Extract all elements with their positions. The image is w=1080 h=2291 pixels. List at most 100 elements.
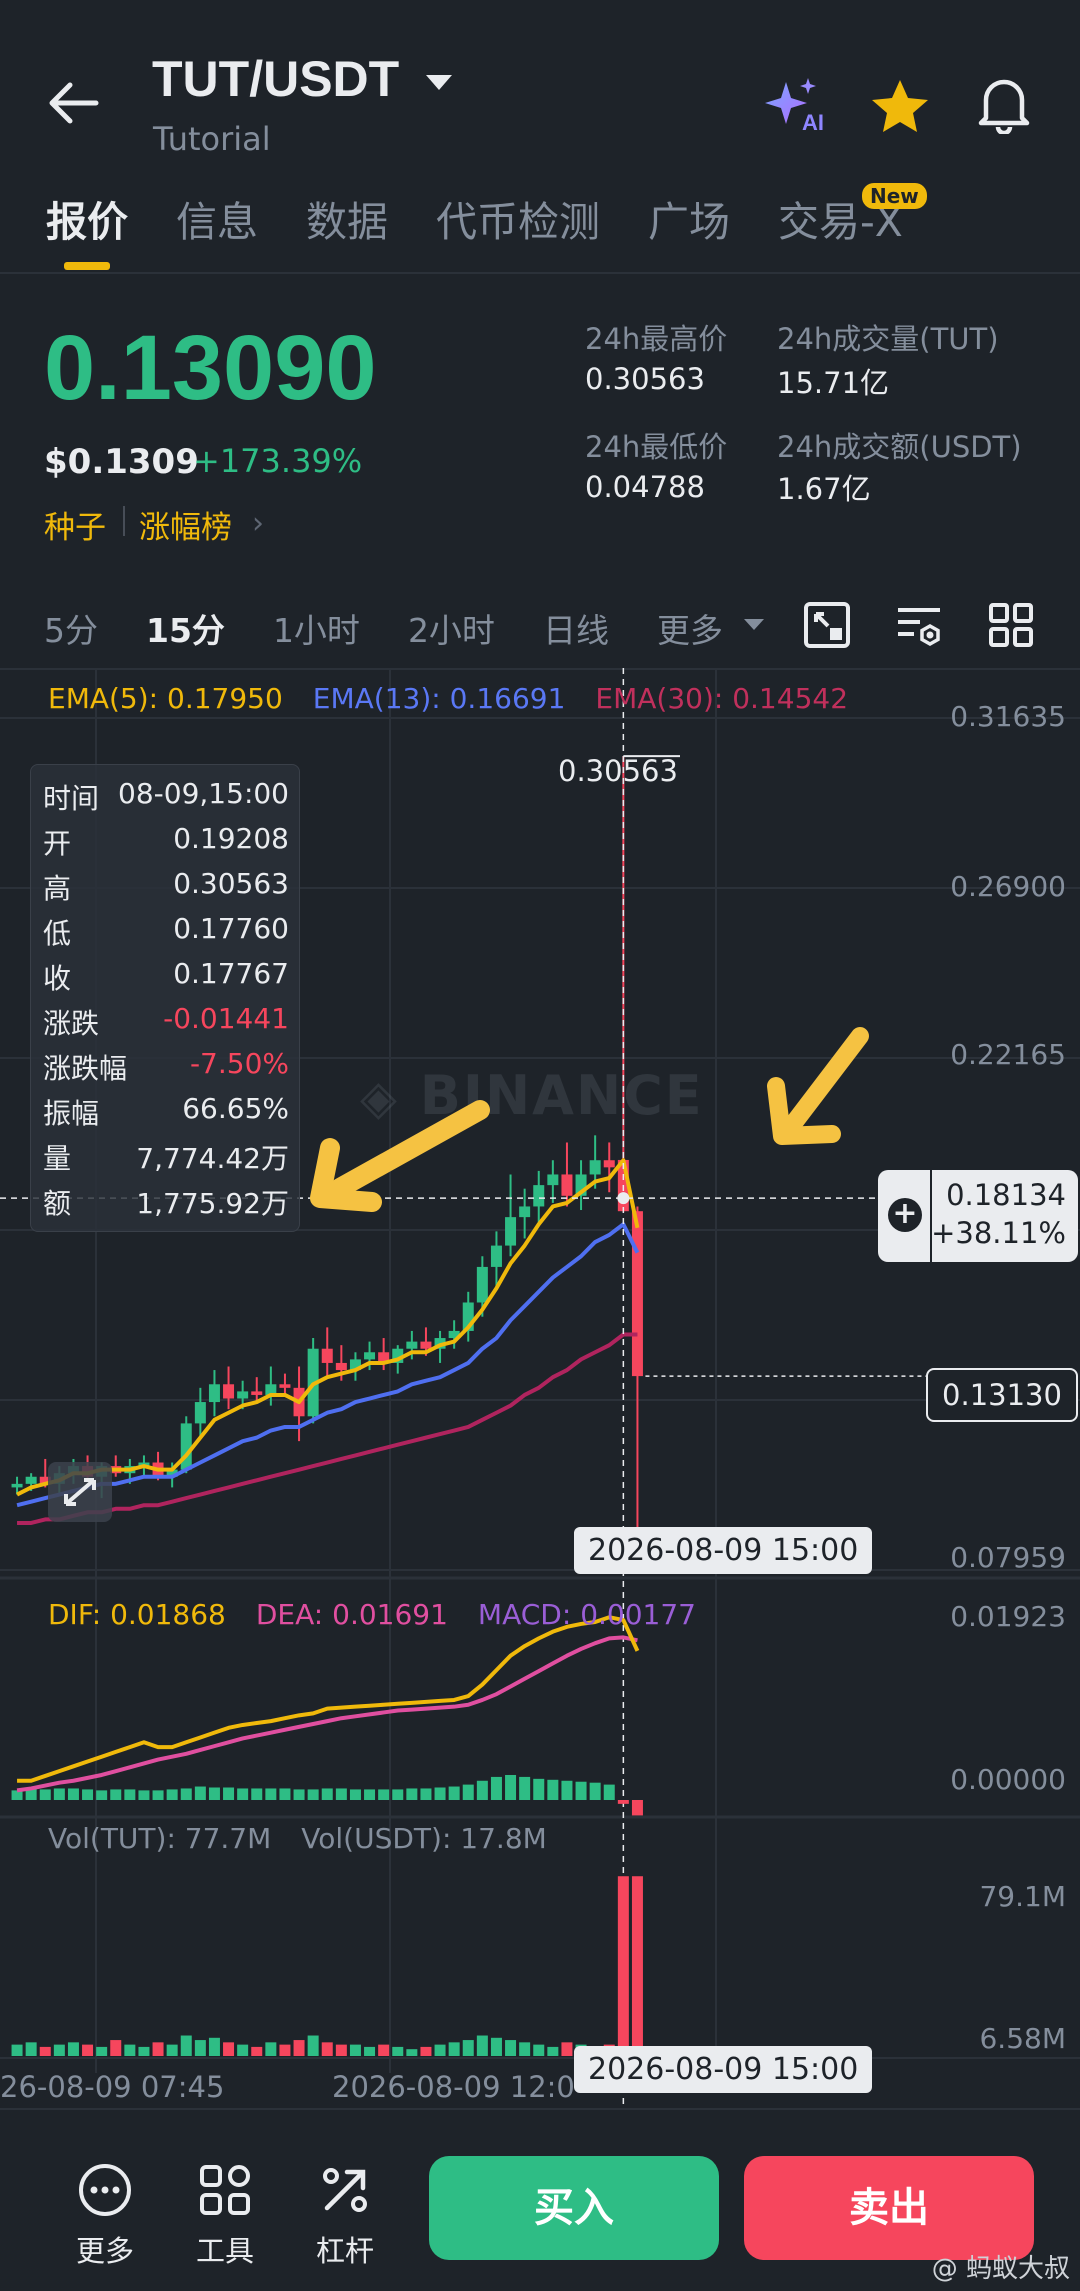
candle-body <box>547 1174 559 1186</box>
volume-bar <box>237 2044 249 2056</box>
caret-down-icon[interactable] <box>742 616 766 632</box>
bell-icon[interactable] <box>976 74 1032 134</box>
candle-body <box>279 1384 291 1388</box>
tab-data[interactable]: 数据 <box>306 188 388 248</box>
tt-key: 振幅 <box>43 1097 100 1130</box>
back-arrow-icon[interactable] <box>44 78 104 128</box>
tag-seed[interactable]: 种子 <box>44 502 106 547</box>
more-button[interactable]: 更多 <box>60 2162 150 2270</box>
macd-bar <box>631 1800 643 1816</box>
add-alert-icon[interactable]: + <box>888 1198 922 1232</box>
divider <box>0 272 1080 274</box>
tt-key: 涨跌 <box>43 1007 100 1040</box>
volume-bar <box>25 2042 37 2056</box>
volume-value: 15.71亿 <box>777 366 890 400</box>
layout-grid-icon[interactable] <box>986 600 1036 650</box>
chevron-right-icon[interactable]: › <box>252 506 264 541</box>
macd-bar <box>138 1790 150 1800</box>
macd-bar <box>293 1789 305 1800</box>
candle-body <box>505 1217 517 1246</box>
high-value: 0.30563 <box>585 362 705 396</box>
favorite-star-icon[interactable] <box>870 78 930 134</box>
candle-body <box>321 1348 333 1363</box>
volume-bar <box>166 2044 178 2056</box>
volume-bar <box>67 2042 79 2056</box>
macd-axis-label: 0.00000 <box>950 1763 1066 1796</box>
tools-label: 工具 <box>195 2234 254 2268</box>
chart-fullscreen-icon[interactable] <box>802 600 852 650</box>
last-price: 0.13090 <box>44 317 377 419</box>
ema-legend: EMA(5): 0.17950 EMA(13): 0.16691 EMA(30)… <box>48 682 848 715</box>
candle-body <box>533 1185 545 1207</box>
macd-bar <box>279 1788 291 1800</box>
macd-bar <box>53 1788 65 1800</box>
volume-bar <box>448 2042 460 2056</box>
candle-body <box>364 1352 376 1360</box>
pair-title[interactable]: TUT/USDT <box>152 50 399 108</box>
macd-bar <box>603 1784 615 1800</box>
time-axis-label: 26-08-09 07:45 <box>0 2070 225 2104</box>
tab-info[interactable]: 信息 <box>176 188 258 248</box>
volume-bar <box>152 2042 164 2056</box>
macd-bar <box>110 1789 122 1800</box>
tt-key: 时间 <box>43 782 100 815</box>
tools-button[interactable]: 工具 <box>180 2162 270 2270</box>
candle-tooltip: 时间 08-09,15:00 开 0.19208 高 0.30563 低 0.17760… <box>30 764 300 1232</box>
chevron-down-icon[interactable] <box>424 72 454 92</box>
volume-bar <box>392 2046 404 2056</box>
tt-value: 0.17767 <box>173 957 289 990</box>
volume-bar <box>82 2044 94 2056</box>
ai-sparkle-icon[interactable]: AI <box>764 76 828 134</box>
tt-value: -0.01441 <box>163 1002 289 1035</box>
macd-bar <box>533 1778 545 1800</box>
ema5-label: EMA(5): 0.17950 <box>48 682 283 715</box>
tf-daily[interactable]: 日线 <box>543 604 609 652</box>
indicator-settings-icon[interactable] <box>894 600 944 650</box>
tf-5m[interactable]: 5分 <box>44 604 98 652</box>
tf-15m[interactable]: 15分 <box>146 604 225 652</box>
volume-bar <box>631 1876 643 2056</box>
crosshair-price-tag[interactable]: + 0.18134 +38.11% <box>878 1170 1078 1262</box>
volume-bar <box>251 2046 263 2056</box>
tf-2h[interactable]: 2小时 <box>408 604 495 652</box>
ema13-label: EMA(13): 0.16691 <box>312 682 566 715</box>
volume-bar <box>378 2044 390 2056</box>
tag-gainers[interactable]: 涨幅榜 <box>139 502 232 547</box>
dea-label: DEA: 0.01691 <box>255 1598 448 1631</box>
leverage-button[interactable]: 杠杆 <box>300 2162 390 2270</box>
tab-quote[interactable]: 报价 <box>46 188 128 248</box>
macd-bar <box>166 1789 178 1800</box>
buy-button[interactable]: 买入 <box>429 2156 719 2260</box>
more-dots-icon <box>79 2164 131 2216</box>
tt-value: 08-09,15:00 <box>118 777 289 810</box>
tf-more[interactable]: 更多 <box>657 604 723 652</box>
volume-bar <box>533 2044 545 2056</box>
macd-bar <box>251 1788 263 1800</box>
tt-value: -7.50% <box>189 1047 289 1080</box>
volume-bar <box>561 2042 573 2056</box>
macd-bar <box>152 1790 164 1800</box>
tab-token-check[interactable]: 代币检测 <box>436 188 600 248</box>
tt-value: 0.17760 <box>173 912 289 945</box>
volume-bar <box>279 2044 291 2056</box>
volume-bar <box>406 2049 418 2056</box>
sell-button[interactable]: 卖出 <box>744 2156 1034 2260</box>
macd-bar <box>96 1790 108 1800</box>
tt-key: 低 <box>43 917 72 950</box>
tf-1h[interactable]: 1小时 <box>273 604 360 652</box>
candle-body <box>180 1423 192 1470</box>
candle-body <box>223 1384 235 1399</box>
timeframe-row: 5分 15分 1小时 2小时 日线 更多 <box>44 604 771 652</box>
expand-chart-button[interactable] <box>48 1462 112 1522</box>
tab-square[interactable]: 广场 <box>648 188 730 248</box>
macd-bar <box>364 1789 376 1800</box>
macd-bar <box>349 1789 361 1800</box>
volume-bar <box>39 2046 51 2056</box>
candle-body <box>476 1266 488 1303</box>
volume-bar <box>180 2035 192 2056</box>
candle-body <box>561 1174 573 1196</box>
candle-body <box>251 1391 263 1395</box>
macd-bar <box>82 1789 94 1800</box>
volume-bar <box>420 2046 432 2056</box>
volume-legend: Vol(TUT): 77.7M Vol(USDT): 17.8M <box>48 1822 547 1855</box>
